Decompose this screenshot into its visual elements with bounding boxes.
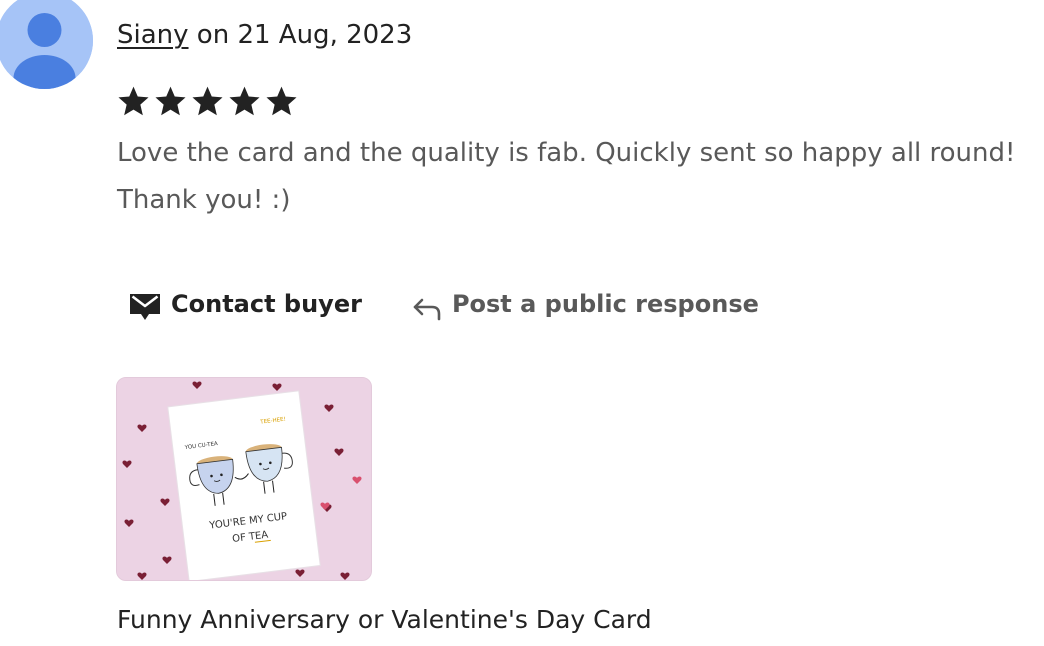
review-date: on 21 Aug, 2023	[188, 20, 413, 50]
post-public-response-button[interactable]: Post a public response	[412, 287, 759, 321]
contact-buyer-button[interactable]: Contact buyer	[129, 286, 362, 322]
star-icon	[266, 86, 297, 116]
reviewer-name-link[interactable]: Siany	[117, 20, 189, 50]
product-thumbnail[interactable]: YOU CU-TEA TEE-HEE! YOU'RE MY CUP OF TEA	[116, 377, 372, 581]
review-header: Siany on 21 Aug, 2023	[117, 18, 412, 52]
post-public-response-label: Post a public response	[451, 290, 759, 318]
review-actions: Contact buyer Post a public response	[129, 286, 759, 322]
star-icon	[155, 86, 186, 116]
star-icon	[118, 86, 149, 116]
star-rating	[116, 84, 299, 119]
product-title-link[interactable]: Funny Anniversary or Valentine's Day Car…	[117, 603, 652, 637]
star-icon	[192, 86, 223, 116]
user-silhouette-icon	[0, 0, 93, 89]
star-icon	[229, 86, 260, 116]
contact-buyer-label: Contact buyer	[171, 290, 362, 318]
envelope-icon	[129, 286, 161, 322]
reply-arrow-icon	[412, 287, 442, 321]
review-text: Love the card and the quality is fab. Qu…	[117, 138, 1016, 215]
avatar	[0, 0, 93, 89]
